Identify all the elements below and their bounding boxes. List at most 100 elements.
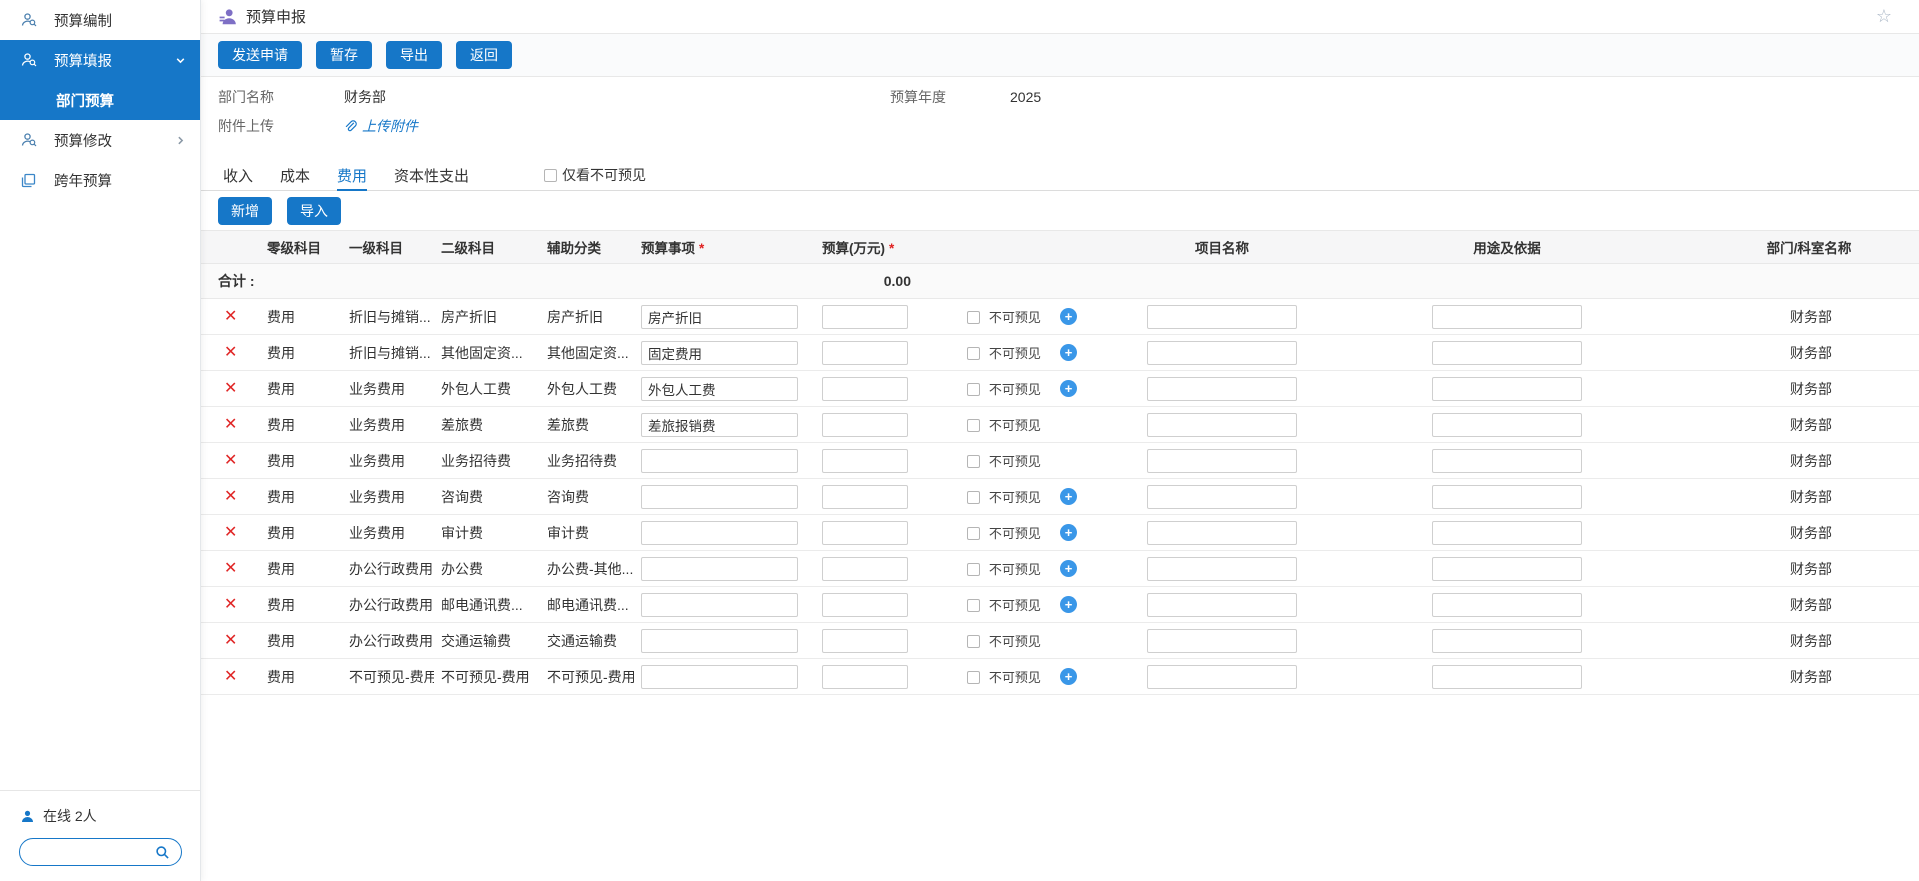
import-button[interactable]: 导入	[287, 197, 341, 225]
dept-name-label: 部门名称	[218, 83, 344, 112]
delete-row-icon[interactable]: ✕	[224, 668, 237, 685]
delete-row-icon[interactable]: ✕	[224, 596, 237, 613]
delete-row-icon[interactable]: ✕	[224, 560, 237, 577]
project-name-input[interactable]	[1147, 557, 1297, 581]
usage-basis-input[interactable]	[1432, 557, 1582, 581]
unforeseen-checkbox[interactable]	[967, 527, 980, 540]
budget-item-input[interactable]	[641, 665, 798, 689]
project-name-input[interactable]	[1147, 413, 1297, 437]
usage-basis-input[interactable]	[1432, 341, 1582, 365]
sidebar-search-input[interactable]	[32, 845, 149, 860]
budget-item-input[interactable]	[641, 377, 798, 401]
budget-item-input[interactable]	[641, 629, 798, 653]
add-subrow-icon[interactable]: +	[1060, 560, 1077, 577]
unforeseen-checkbox[interactable]	[967, 311, 980, 324]
budget-item-input[interactable]	[641, 341, 798, 365]
unforeseen-checkbox[interactable]	[967, 635, 980, 648]
budget-amount-input[interactable]	[822, 305, 908, 329]
delete-row-icon[interactable]: ✕	[224, 308, 237, 325]
send-request-button[interactable]: 发送申请	[218, 41, 302, 69]
sidebar-item-budget-compile[interactable]: 预算编制	[0, 0, 200, 40]
budget-amount-input[interactable]	[822, 557, 908, 581]
budget-amount-input[interactable]	[822, 485, 908, 509]
project-name-input[interactable]	[1147, 377, 1297, 401]
project-name-input[interactable]	[1147, 521, 1297, 545]
unforeseen-checkbox[interactable]	[967, 455, 980, 468]
budget-amount-input[interactable]	[822, 521, 908, 545]
add-subrow-icon[interactable]: +	[1060, 344, 1077, 361]
add-row-button[interactable]: 新增	[218, 197, 272, 225]
project-name-input[interactable]	[1147, 341, 1297, 365]
delete-row-icon[interactable]: ✕	[224, 488, 237, 505]
budget-item-input[interactable]	[641, 305, 798, 329]
budget-item-input[interactable]	[641, 413, 798, 437]
budget-amount-input[interactable]	[822, 629, 908, 653]
budget-amount-input[interactable]	[822, 593, 908, 617]
usage-basis-input[interactable]	[1432, 413, 1582, 437]
project-name-input[interactable]	[1147, 665, 1297, 689]
unforeseen-checkbox[interactable]	[967, 563, 980, 576]
sidebar-item-dept-budget[interactable]: 部门预算	[0, 80, 200, 120]
sidebar-item-budget-modify[interactable]: 预算修改	[0, 120, 200, 160]
sidebar-item-crossyear-budget[interactable]: 跨年预算	[0, 160, 200, 200]
unforeseen-checkbox[interactable]	[967, 491, 980, 504]
usage-basis-input[interactable]	[1432, 305, 1582, 329]
add-subrow-icon[interactable]: +	[1060, 668, 1077, 685]
budget-amount-input[interactable]	[822, 341, 908, 365]
delete-row-icon[interactable]: ✕	[224, 632, 237, 649]
favorite-star-icon[interactable]: ☆	[1876, 6, 1892, 26]
budget-item-input[interactable]	[641, 593, 798, 617]
delete-row-icon[interactable]: ✕	[224, 380, 237, 397]
budget-item-input[interactable]	[641, 449, 798, 473]
project-name-input[interactable]	[1147, 449, 1297, 473]
usage-basis-input[interactable]	[1432, 629, 1582, 653]
budget-amount-input[interactable]	[822, 377, 908, 401]
project-name-input[interactable]	[1147, 593, 1297, 617]
unforeseen-checkbox[interactable]	[967, 419, 980, 432]
add-subrow-icon[interactable]: +	[1060, 524, 1077, 541]
project-name-input[interactable]	[1147, 485, 1297, 509]
tab-cost[interactable]: 成本	[280, 160, 310, 190]
tab-expense[interactable]: 费用	[337, 160, 367, 190]
add-subrow-icon[interactable]: +	[1060, 380, 1077, 397]
back-button[interactable]: 返回	[456, 41, 512, 69]
usage-basis-input[interactable]	[1432, 593, 1582, 617]
tab-income[interactable]: 收入	[223, 160, 253, 190]
delete-row-icon[interactable]: ✕	[224, 416, 237, 433]
usage-basis-input[interactable]	[1432, 377, 1582, 401]
cell-level2: 房产折旧	[434, 307, 540, 327]
unforeseen-checkbox[interactable]	[967, 347, 980, 360]
unforeseen-checkbox[interactable]	[967, 599, 980, 612]
table-row: ✕ 费用 业务费用 审计费 审计费 不可预见 + 财务部	[201, 515, 1919, 551]
unforeseen-checkbox[interactable]	[967, 671, 980, 684]
cell-aux: 差旅费	[540, 415, 634, 435]
add-subrow-icon[interactable]: +	[1060, 308, 1077, 325]
budget-amount-input[interactable]	[822, 665, 908, 689]
delete-row-icon[interactable]: ✕	[224, 452, 237, 469]
delete-row-icon[interactable]: ✕	[224, 344, 237, 361]
sidebar-item-label: 部门预算	[56, 90, 114, 111]
budget-item-input[interactable]	[641, 557, 798, 581]
usage-basis-input[interactable]	[1432, 665, 1582, 689]
add-subrow-icon[interactable]: +	[1060, 596, 1077, 613]
budget-amount-input[interactable]	[822, 449, 908, 473]
upload-attachment-link[interactable]: 上传附件	[344, 112, 418, 141]
save-draft-button[interactable]: 暂存	[316, 41, 372, 69]
usage-basis-input[interactable]	[1432, 521, 1582, 545]
sidebar-item-budget-fill[interactable]: 预算填报	[0, 40, 200, 80]
budget-amount-input[interactable]	[822, 413, 908, 437]
add-subrow-icon[interactable]: +	[1060, 488, 1077, 505]
project-name-input[interactable]	[1147, 629, 1297, 653]
tab-capital-expenditure[interactable]: 资本性支出	[394, 160, 469, 190]
delete-row-icon[interactable]: ✕	[224, 524, 237, 541]
usage-basis-input[interactable]	[1432, 485, 1582, 509]
usage-basis-input[interactable]	[1432, 449, 1582, 473]
table-row: ✕ 费用 业务费用 咨询费 咨询费 不可预见 + 财务部	[201, 479, 1919, 515]
unforeseen-checkbox[interactable]	[967, 383, 980, 396]
budget-item-input[interactable]	[641, 485, 798, 509]
search-icon[interactable]	[155, 845, 170, 860]
only-unforeseen-checkbox[interactable]	[544, 169, 557, 182]
project-name-input[interactable]	[1147, 305, 1297, 329]
export-button[interactable]: 导出	[386, 41, 442, 69]
budget-item-input[interactable]	[641, 521, 798, 545]
